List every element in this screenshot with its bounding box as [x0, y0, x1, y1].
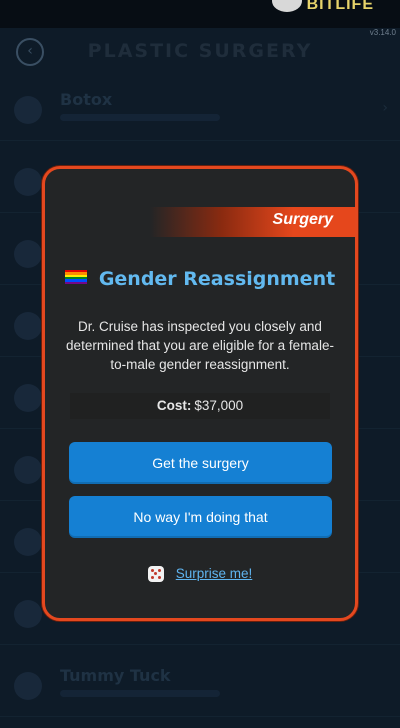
pride-flag-icon: [64, 270, 87, 284]
app-logo: BITLIFE: [306, 0, 374, 13]
chevron-right-icon: ›: [382, 100, 388, 116]
list-item[interactable]: Botox ›: [0, 78, 400, 141]
procedure-icon: [14, 456, 42, 484]
procedure-icon: [14, 384, 42, 412]
procedure-icon: [14, 600, 42, 628]
page-title: PLASTIC SURGERY: [87, 40, 313, 62]
list-item[interactable]: Tummy Tuck: [0, 654, 400, 717]
list-item-subtext: [60, 114, 220, 121]
procedure-icon: [14, 312, 42, 340]
list-item-subtext: [60, 690, 220, 697]
category-ribbon: Surgery: [150, 207, 355, 237]
flag-stripe: [64, 281, 87, 284]
decline-button[interactable]: No way I'm doing that: [69, 496, 332, 538]
surgery-modal: Surgery Gender Reassignment Dr. Cruise h…: [42, 166, 358, 621]
list-item-label: Botox: [60, 90, 113, 109]
procedure-icon: [14, 96, 42, 124]
cost-value: $37,000: [194, 398, 244, 413]
modal-title-row: Gender Reassignment: [45, 268, 355, 290]
procedure-icon: [14, 240, 42, 268]
surprise-row: Surprise me!: [45, 563, 355, 582]
procedure-icon: [14, 528, 42, 556]
surprise-me-link[interactable]: Surprise me!: [176, 566, 253, 581]
version-label: v3.14.0: [369, 28, 396, 37]
modal-title: Gender Reassignment: [98, 268, 336, 290]
procedure-icon: [14, 168, 42, 196]
category-label: Surgery: [272, 211, 333, 228]
logo-mascot-icon: [272, 0, 302, 12]
procedure-icon: [14, 672, 42, 700]
top-bar: BITLIFE: [0, 0, 400, 28]
cost-display: Cost: $37,000: [70, 393, 330, 419]
modal-description: Dr. Cruise has inspected you closely and…: [66, 319, 334, 372]
dice-icon[interactable]: [147, 565, 164, 582]
cost-label: Cost:: [156, 398, 192, 413]
get-surgery-button[interactable]: Get the surgery: [69, 442, 332, 484]
list-item-label: Tummy Tuck: [60, 666, 171, 685]
